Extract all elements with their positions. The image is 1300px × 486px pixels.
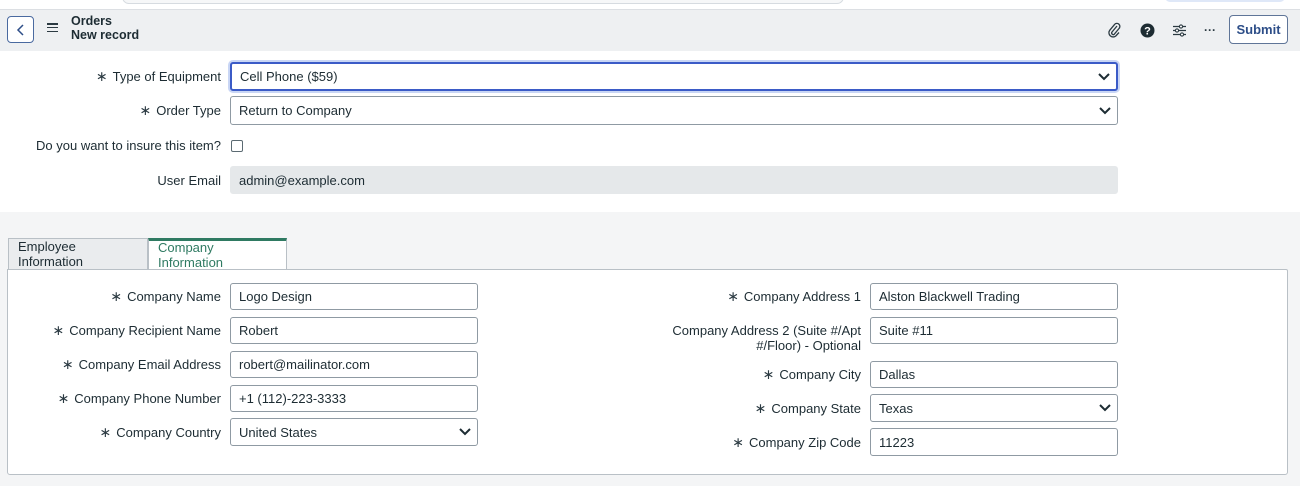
required-marker: ∗ — [52, 322, 65, 338]
required-marker: ∗ — [61, 356, 74, 372]
required-marker: ∗ — [762, 366, 775, 382]
chevron-left-icon — [16, 23, 24, 36]
required-marker: ∗ — [732, 434, 744, 450]
insure-item-label: Do you want to insure this item? — [36, 138, 221, 153]
paperclip-icon[interactable] — [1106, 22, 1122, 38]
required-marker: ∗ — [95, 68, 108, 84]
more-options-icon[interactable]: ··· — [1202, 22, 1218, 38]
top-strip — [0, 0, 1300, 8]
required-marker: ∗ — [754, 400, 767, 416]
company-email-label: ∗ Company Email Address — [61, 356, 221, 373]
tab-company-information[interactable]: Company Information — [148, 238, 287, 270]
submit-button[interactable]: Submit — [1229, 15, 1288, 44]
company-address1-input[interactable]: Alston Blackwell Trading — [870, 283, 1118, 310]
tab-employee-information[interactable]: Employee Information — [8, 238, 148, 269]
required-marker: ∗ — [99, 424, 112, 440]
required-marker: ∗ — [139, 102, 152, 118]
chevron-down-icon — [1099, 404, 1111, 412]
company-name-label: ∗ Company Name — [110, 288, 221, 305]
record-state: New record — [71, 28, 140, 42]
table-name: Orders — [71, 14, 112, 28]
chevron-down-icon — [459, 428, 471, 436]
company-state-label: ∗ Company State — [754, 400, 861, 417]
required-marker: ∗ — [57, 390, 70, 406]
type-of-equipment-select[interactable]: Cell Phone ($59) — [230, 62, 1118, 91]
help-icon[interactable]: ? — [1139, 22, 1155, 38]
company-phone-label: ∗ Company Phone Number — [57, 390, 221, 407]
back-button[interactable] — [7, 16, 34, 43]
insure-item-checkbox[interactable] — [231, 140, 243, 152]
user-email-label: User Email — [157, 173, 221, 188]
company-address2-input[interactable]: Suite #11 — [870, 317, 1118, 344]
type-of-equipment-label: ∗ Type of Equipment — [95, 68, 221, 85]
record-title: Orders New record — [71, 14, 139, 42]
company-address2-label: Company Address 2 (Suite #/Apt #/Floor) … — [672, 323, 861, 353]
user-email-field: admin@example.com — [230, 166, 1118, 194]
required-marker: ∗ — [110, 288, 123, 304]
company-country-label: ∗ Company Country — [99, 424, 221, 441]
company-country-select[interactable]: United States — [230, 418, 478, 446]
company-name-input[interactable]: Logo Design — [230, 283, 478, 310]
global-search-bar-edge[interactable] — [122, 0, 844, 4]
company-email-input[interactable]: robert@mailinator.com — [230, 351, 478, 378]
company-city-input[interactable]: Dallas — [870, 361, 1118, 388]
form-header: Orders New record ? ··· Submit — [0, 9, 1300, 52]
company-zip-input[interactable]: 11223 — [870, 428, 1118, 456]
order-type-label: ∗ Order Type — [139, 102, 221, 119]
company-zip-label: ∗ Company Zip Code — [732, 434, 861, 451]
hamburger-menu-icon[interactable] — [47, 23, 58, 32]
company-recipient-name-input[interactable]: Robert — [230, 317, 478, 344]
settings-sliders-icon[interactable] — [1171, 22, 1187, 38]
chevron-down-icon — [1098, 72, 1110, 80]
top-pill-button-edge[interactable] — [1165, 0, 1285, 2]
company-recipient-name-label: ∗ Company Recipient Name — [52, 322, 221, 339]
chevron-down-icon — [1099, 106, 1111, 114]
company-phone-input[interactable]: +1 (112)-223-3333 — [230, 385, 478, 412]
svg-text:?: ? — [1144, 25, 1151, 37]
company-city-label: ∗ Company City — [762, 366, 861, 383]
required-marker: ∗ — [727, 288, 739, 304]
company-state-select[interactable]: Texas — [870, 394, 1118, 422]
order-type-select[interactable]: Return to Company — [230, 96, 1118, 125]
company-address1-label: ∗ Company Address 1 — [727, 288, 861, 305]
